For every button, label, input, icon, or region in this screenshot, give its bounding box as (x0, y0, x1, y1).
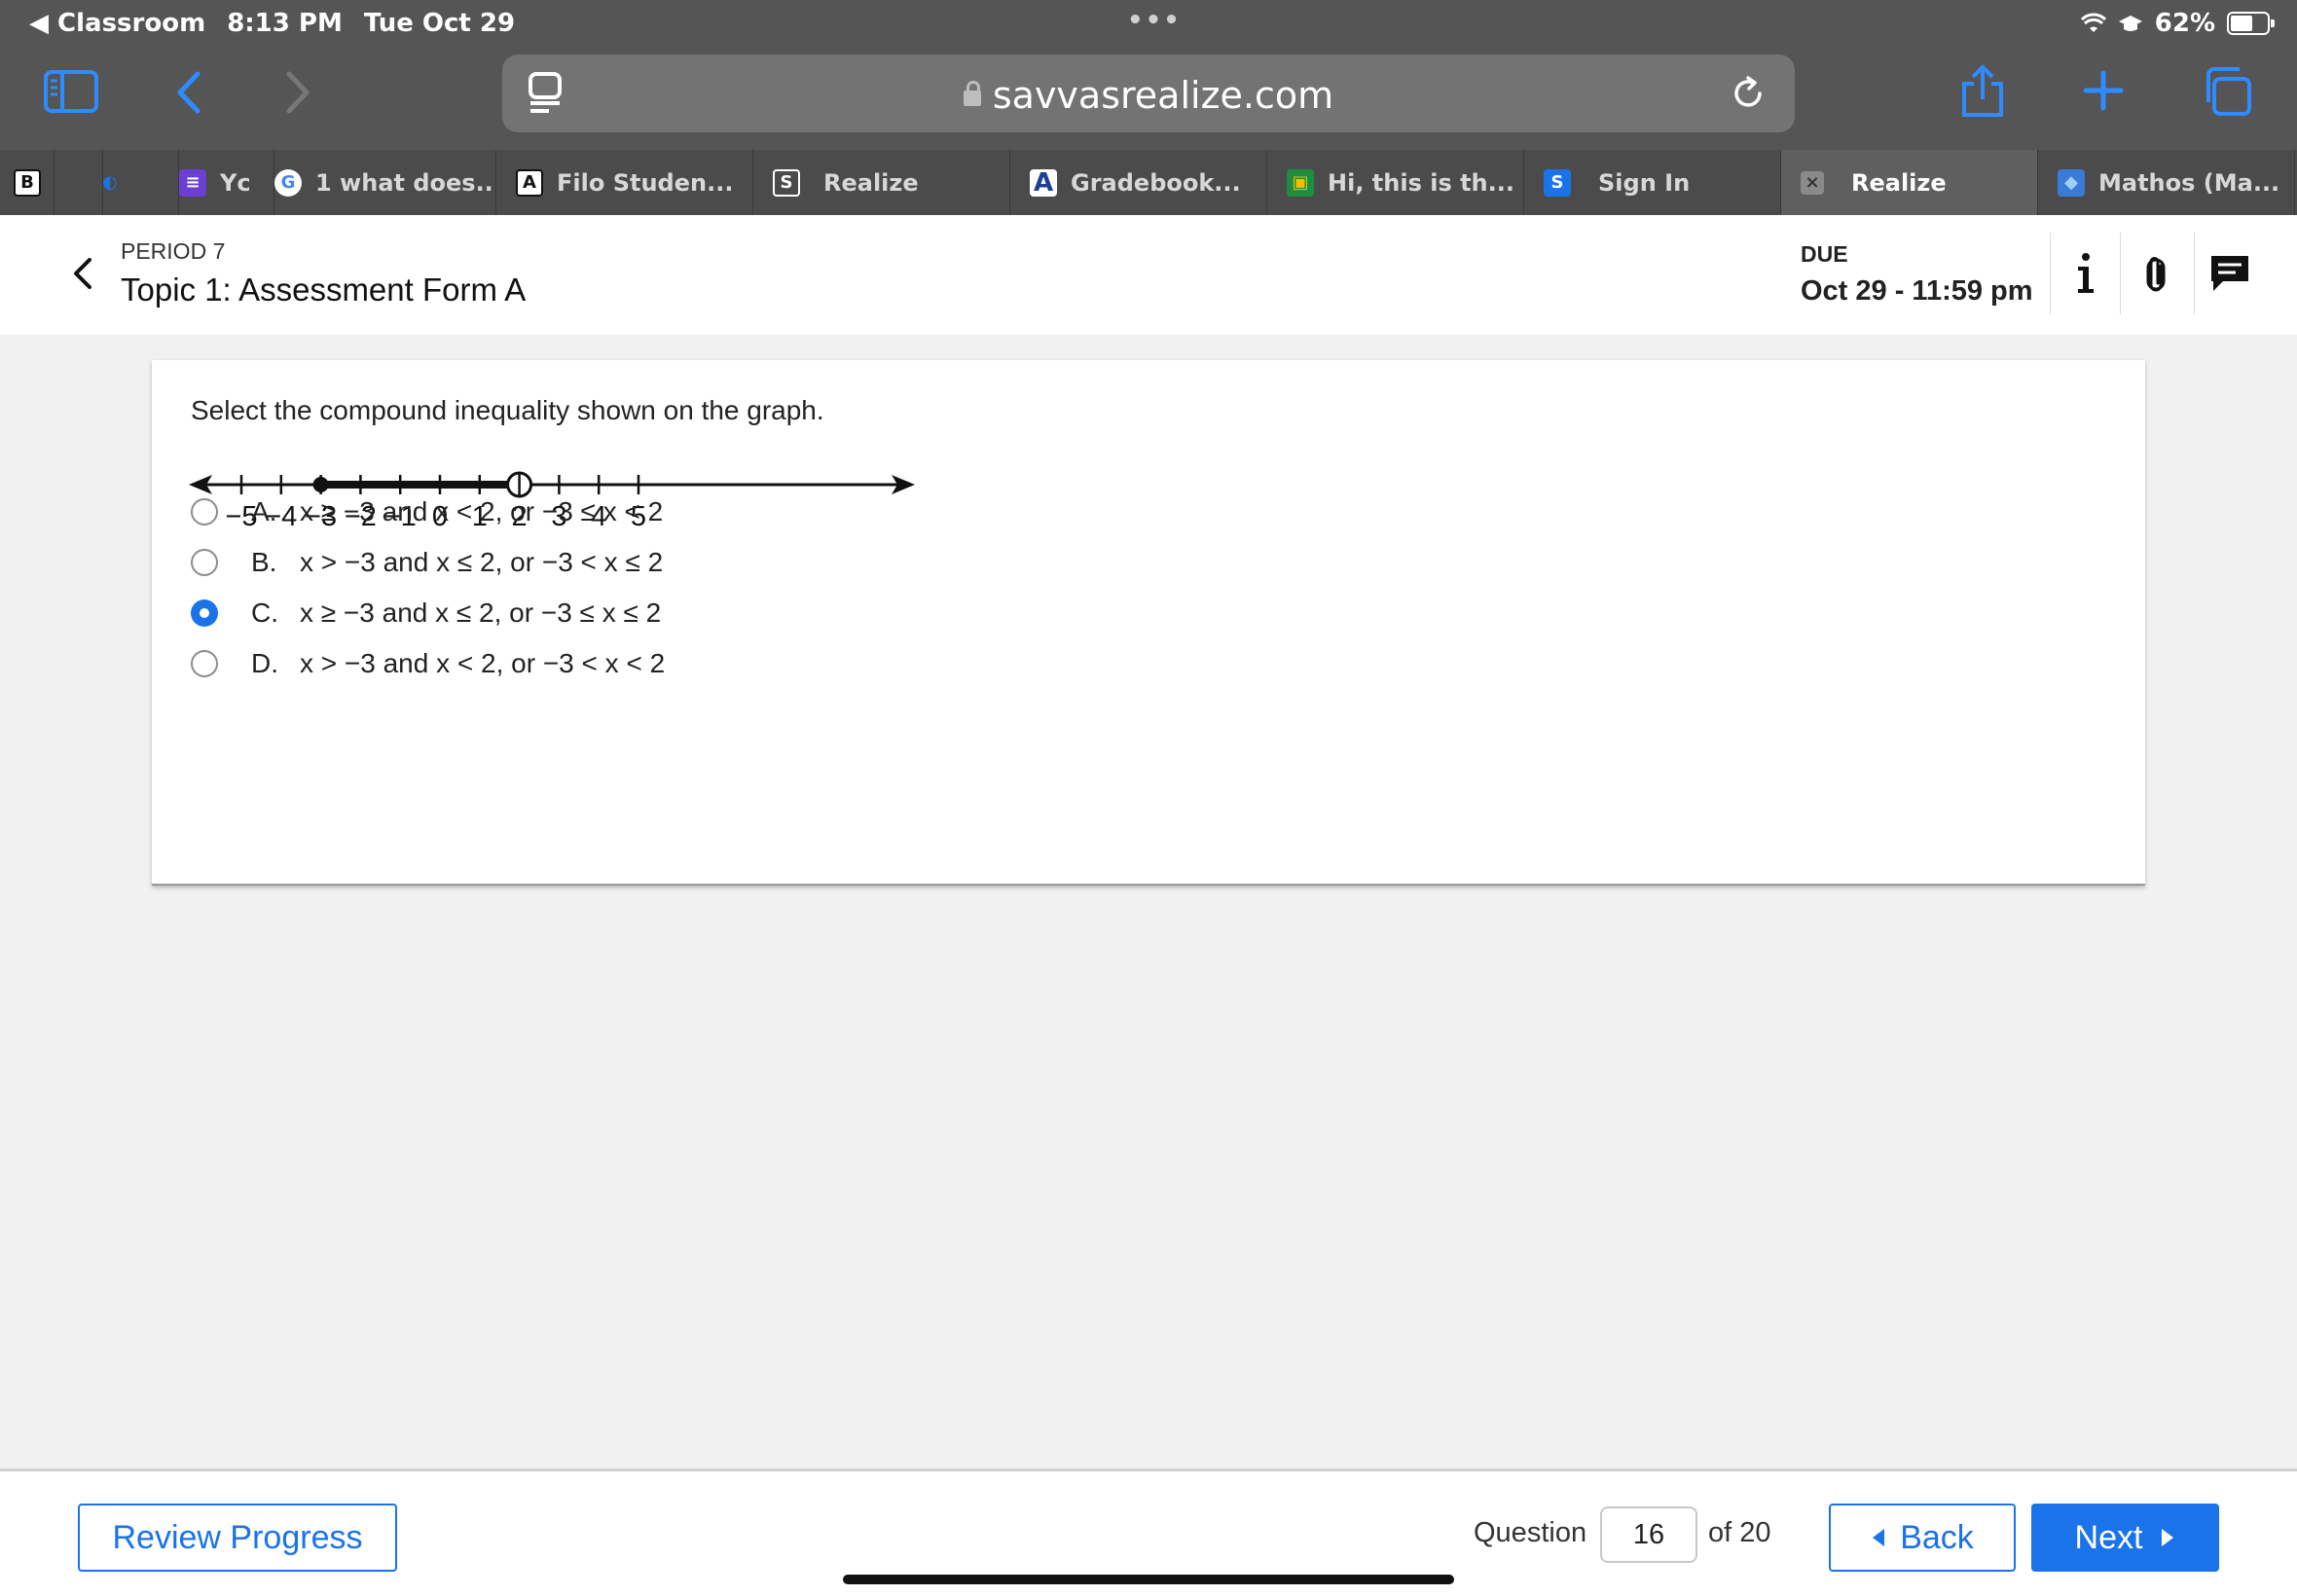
tab-label: 1 what does... (315, 168, 496, 197)
tab-favicon: A (1030, 168, 1057, 198)
paperclip-icon (2146, 257, 2165, 292)
tab-bar: B ◐ ≡ Yc G 1 what does... A Filo Studen.… (0, 150, 2297, 215)
tab-label: Gradebook... (1071, 168, 1241, 197)
tab-sign-in[interactable]: S Sign In (1524, 150, 1781, 215)
info-button[interactable] (2050, 233, 2120, 314)
review-progress-button[interactable]: Review Progress (78, 1504, 397, 1572)
tab-favicon: B (14, 168, 41, 197)
tab-bookmark[interactable]: B (0, 150, 55, 215)
tab-label: Yc (220, 168, 251, 197)
share-icon[interactable] (1958, 62, 2007, 121)
tab-favicon: ▣ (1287, 168, 1314, 197)
shield-icon: ◐ (103, 172, 118, 193)
tab-favicon: S (773, 168, 800, 197)
url-text: savvasrealize.com (992, 74, 1334, 117)
back-arrow-icon[interactable] (68, 254, 97, 298)
attachment-button[interactable] (2120, 233, 2190, 314)
comment-icon (2210, 256, 2248, 291)
tab-realize[interactable]: S Realize (753, 150, 1010, 215)
choice-text: x ≥ −3 and x < 2, or −3 ≤ x < 2 (300, 496, 664, 526)
tab-classroom[interactable]: ▣ Hi, this is th... (1267, 150, 1524, 215)
comments-button[interactable] (2194, 233, 2264, 314)
status-bar: ◀ Classroom 8:13 PM Tue Oct 29 ••• 62% (0, 0, 2297, 47)
tab-overview-icon[interactable] (2200, 64, 2254, 119)
radio-d[interactable] (191, 650, 218, 677)
choice-letter: D. (251, 648, 278, 678)
closed-point (312, 477, 329, 492)
caret-right-icon (2162, 1529, 2174, 1546)
tab-google-search[interactable]: G 1 what does... (274, 150, 496, 215)
radio-a[interactable] (191, 498, 218, 526)
tab-realize-active[interactable]: × Realize (1781, 150, 2038, 215)
google-icon: G (274, 168, 302, 197)
period-label: PERIOD 7 (121, 238, 226, 264)
tab-mathos[interactable]: ◆ Mathos (Ma... (2038, 150, 2295, 215)
back-button-label: Back (1900, 1518, 1974, 1556)
status-date: Tue Oct 29 (363, 9, 516, 38)
tab-forms[interactable]: ≡ Yc (179, 150, 274, 215)
battery-icon (2227, 12, 2275, 35)
choice-a[interactable]: A. x ≥ −3 and x < 2, or −3 ≤ x < 2 (191, 492, 663, 531)
choice-letter: B. (251, 547, 277, 577)
radio-c[interactable] (191, 599, 218, 627)
assessment-footer: Review Progress Question of 20 Back Next (0, 1469, 2297, 1596)
tab-label: Sign In (1598, 168, 1691, 197)
choice-b[interactable]: B. x > −3 and x ≤ 2, or −3 < x ≤ 2 (191, 543, 663, 582)
tab-favicon: S (1544, 168, 1571, 197)
question-prompt: Select the compound inequality shown on … (191, 395, 824, 425)
graduation-cap-icon (2118, 16, 2142, 31)
tab-gradebook[interactable]: A Gradebook... (1010, 150, 1267, 215)
question-number-input[interactable] (1600, 1506, 1697, 1563)
choice-letter: C. (251, 598, 278, 628)
sidebar-icon[interactable] (43, 68, 99, 115)
tab-favicon: ◆ (2058, 168, 2085, 197)
assessment-header: PERIOD 7 Topic 1: Assessment Form A DUE … (0, 215, 2297, 335)
choice-c[interactable]: C. x ≥ −3 and x ≤ 2, or −3 ≤ x ≤ 2 (191, 594, 661, 633)
choice-text: x > −3 and x ≤ 2, or −3 < x ≤ 2 (300, 547, 664, 577)
wifi-icon (2080, 13, 2106, 32)
choice-d[interactable]: D. x > −3 and x < 2, or −3 < x < 2 (191, 644, 665, 683)
choice-letter: A. (251, 496, 277, 526)
page-title: Topic 1: Assessment Form A (121, 272, 527, 308)
tab-filo-student[interactable]: A Filo Studen... (496, 150, 753, 215)
tab-favicon: ≡ (179, 168, 206, 197)
multitasking-dots-icon[interactable]: ••• (1127, 6, 1182, 35)
tab-blank[interactable] (55, 150, 103, 215)
question-total: of 20 (1708, 1517, 1771, 1548)
back-button[interactable]: Back (1829, 1504, 2016, 1572)
info-icon (2077, 253, 2094, 293)
next-button[interactable]: Next (2031, 1504, 2219, 1572)
caret-left-icon (1873, 1529, 1885, 1546)
question-label: Question (1474, 1517, 1587, 1548)
close-tab-icon[interactable]: × (1801, 170, 1824, 195)
forward-chevron-icon[interactable] (276, 68, 319, 117)
status-time: 8:13 PM (227, 9, 343, 38)
due-date: Oct 29 - 11:59 pm (1801, 275, 2033, 307)
next-button-label: Next (2074, 1518, 2143, 1556)
battery-percent: 62% (2154, 9, 2215, 38)
radio-b[interactable] (191, 549, 218, 576)
reload-icon[interactable] (1727, 72, 1769, 115)
tab-label: Realize (823, 168, 919, 197)
lock-icon (963, 81, 981, 106)
choice-text: x ≥ −3 and x ≤ 2, or −3 ≤ x ≤ 2 (300, 598, 662, 628)
due-label: DUE (1801, 241, 1848, 267)
home-indicator (843, 1575, 1454, 1584)
tab-label: Mathos (Ma... (2098, 168, 2280, 197)
back-chevron-icon[interactable] (167, 68, 210, 117)
browser-chrome: ◀ Classroom 8:13 PM Tue Oct 29 ••• 62% s… (0, 0, 2297, 215)
tab-label: Hi, this is th... (1328, 168, 1514, 197)
content-area: Select the compound inequality shown on … (0, 335, 2297, 1469)
question-card: Select the compound inequality shown on … (152, 360, 2145, 886)
back-to-app-link[interactable]: ◀ Classroom (29, 9, 205, 38)
choice-text: x > −3 and x < 2, or −3 < x < 2 (300, 648, 666, 678)
tab-label: Filo Studen... (557, 168, 734, 197)
tab-label: Realize (1851, 168, 1947, 197)
safari-toolbar: savvasrealize.com (0, 47, 2297, 150)
tab-yc[interactable]: ◐ (103, 150, 179, 215)
tab-favicon: A (516, 168, 543, 197)
address-bar[interactable]: savvasrealize.com (502, 54, 1795, 132)
new-tab-plus-icon[interactable] (2079, 66, 2128, 115)
